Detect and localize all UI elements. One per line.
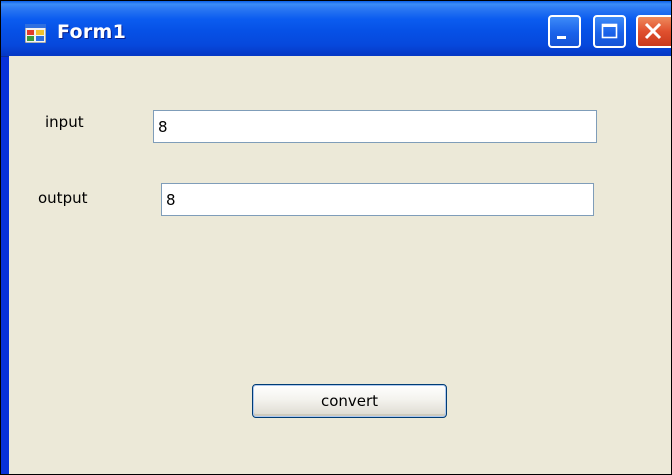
- convert-button[interactable]: convert: [252, 384, 447, 418]
- form-client-area: input output convert: [9, 56, 671, 474]
- output-field[interactable]: [161, 183, 594, 216]
- minimize-button[interactable]: [548, 15, 581, 48]
- application-window: Form1 input 8 output 8 convert: [0, 0, 672, 475]
- input-field[interactable]: [153, 110, 597, 143]
- output-label: output: [38, 189, 88, 207]
- input-label: input: [45, 113, 84, 131]
- title-bar[interactable]: Form1: [1, 1, 671, 57]
- close-button[interactable]: [636, 15, 671, 48]
- window-title: Form1: [57, 21, 127, 43]
- maximize-button[interactable]: [593, 15, 626, 48]
- form-app-icon: [24, 23, 47, 44]
